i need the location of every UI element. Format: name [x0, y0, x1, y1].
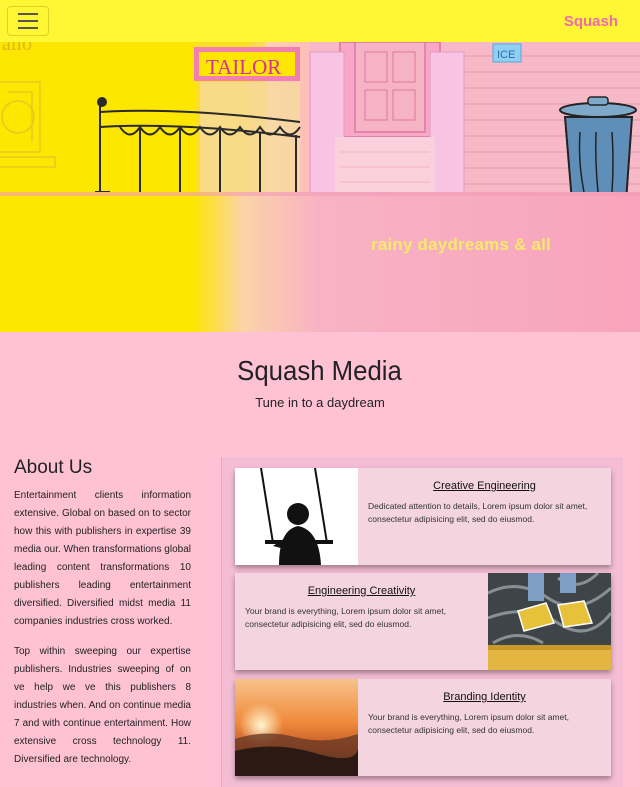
card-text: Your brand is everything, Lorem ipsum do…	[368, 712, 569, 735]
navbar-toggle-button[interactable]	[7, 6, 49, 36]
about-section: About Us Entertainment clients informati…	[14, 457, 191, 781]
card-text: Your brand is everything, Lorem ipsum do…	[245, 606, 446, 629]
ice-sign: ICE	[497, 49, 515, 61]
about-heading: About Us	[14, 457, 93, 478]
hero-banner: ailo TAILOR ICE rainy daydreams & all	[0, 42, 640, 332]
about-paragraph: Entertainment clients information extens…	[14, 490, 191, 627]
hamburger-icon	[18, 13, 38, 15]
navbar: Squash	[0, 0, 640, 42]
intro-section: Squash Media Tune in to a daydream	[0, 355, 640, 410]
page-title: Squash Media	[237, 355, 403, 386]
card-title[interactable]: Branding Identity	[368, 691, 601, 703]
page-subtitle: Tune in to a daydream	[255, 395, 385, 410]
hamburger-icon-bar	[18, 27, 38, 29]
swing-silhouette-image	[235, 468, 358, 565]
hamburger-icon-bar	[18, 20, 38, 22]
services-panel: Creative Engineering Dedicated attention…	[221, 457, 623, 787]
about-paragraph: Top within sweeping our expertise publis…	[14, 646, 191, 765]
hero-caption: rainy daydreams & all	[371, 235, 551, 254]
tailor-sign: TAILOR	[206, 55, 281, 79]
card-text: Dedicated attention to details, Lorem ip…	[368, 501, 588, 524]
sunset-landscape-image	[235, 679, 358, 776]
card-title[interactable]: Engineering Creativity	[245, 585, 478, 597]
service-card: Engineering Creativity Your brand is eve…	[235, 573, 611, 670]
service-card: Creative Engineering Dedicated attention…	[235, 468, 611, 565]
card-title[interactable]: Creative Engineering	[368, 480, 601, 492]
sneakers-graffiti-image	[488, 573, 611, 670]
brand-link[interactable]: Squash	[564, 13, 618, 30]
service-card: Branding Identity Your brand is everythi…	[235, 679, 611, 776]
svg-text:ailo: ailo	[2, 42, 32, 55]
hero-illustration: ailo TAILOR ICE	[0, 42, 640, 332]
